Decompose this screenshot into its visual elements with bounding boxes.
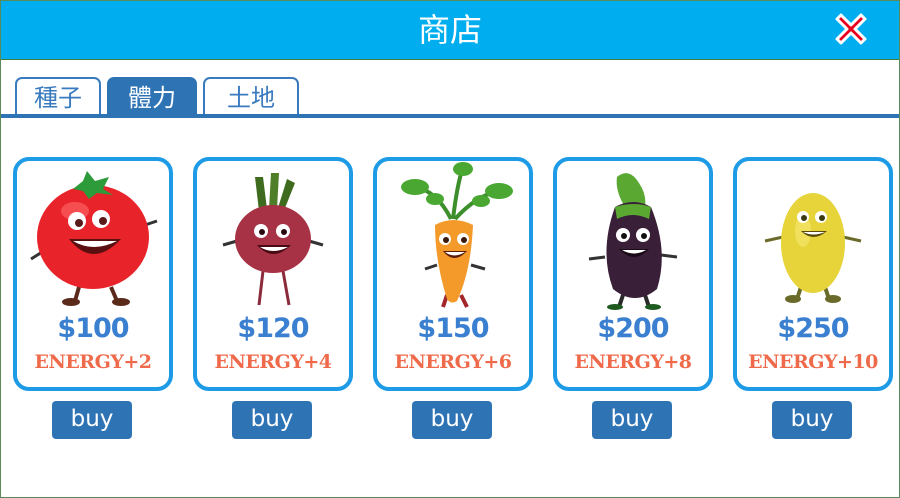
potato-icon	[764, 193, 862, 303]
shop-item-card[interactable]: $100 ENERGY+2	[13, 157, 173, 391]
close-icon[interactable]	[831, 9, 871, 49]
tab-divider	[1, 114, 899, 118]
item-price: $150	[417, 313, 489, 344]
item-price: $250	[777, 313, 849, 344]
shop-window: 商店 種子 體力 土地 $100 ENERGY+2 $120 ENERGY+4 …	[0, 0, 900, 498]
carrot-icon	[401, 162, 513, 308]
item-price: $120	[237, 313, 309, 344]
item-energy: ENERGY+2	[34, 351, 152, 373]
buy-button[interactable]: buy	[232, 401, 312, 439]
item-energy: ENERGY+4	[214, 351, 332, 373]
buy-button[interactable]: buy	[412, 401, 492, 439]
title-bar: 商店	[1, 1, 899, 60]
tab-land[interactable]: 土地	[203, 77, 299, 117]
shop-item-card[interactable]: $120 ENERGY+4	[193, 157, 353, 391]
buy-button[interactable]: buy	[772, 401, 852, 439]
tab-energy[interactable]: 體力	[107, 77, 197, 117]
shop-item-card[interactable]: $200 ENERGY+8	[553, 157, 713, 391]
shop-title: 商店	[417, 11, 482, 49]
beet-icon	[222, 173, 324, 306]
eggplant-icon	[588, 173, 678, 310]
item-energy: ENERGY+6	[394, 351, 512, 373]
buy-button[interactable]: buy	[592, 401, 672, 439]
tab-seeds[interactable]: 種子	[15, 77, 101, 117]
item-energy: ENERGY+10	[748, 351, 878, 373]
item-price: $200	[597, 313, 669, 344]
tomato-icon	[30, 171, 158, 306]
buy-button[interactable]: buy	[52, 401, 132, 439]
item-energy: ENERGY+8	[574, 351, 692, 373]
item-price: $100	[57, 313, 129, 344]
shop-item-card[interactable]: $250 ENERGY+10	[733, 157, 893, 391]
shop-item-card[interactable]: $150 ENERGY+6	[373, 157, 533, 391]
